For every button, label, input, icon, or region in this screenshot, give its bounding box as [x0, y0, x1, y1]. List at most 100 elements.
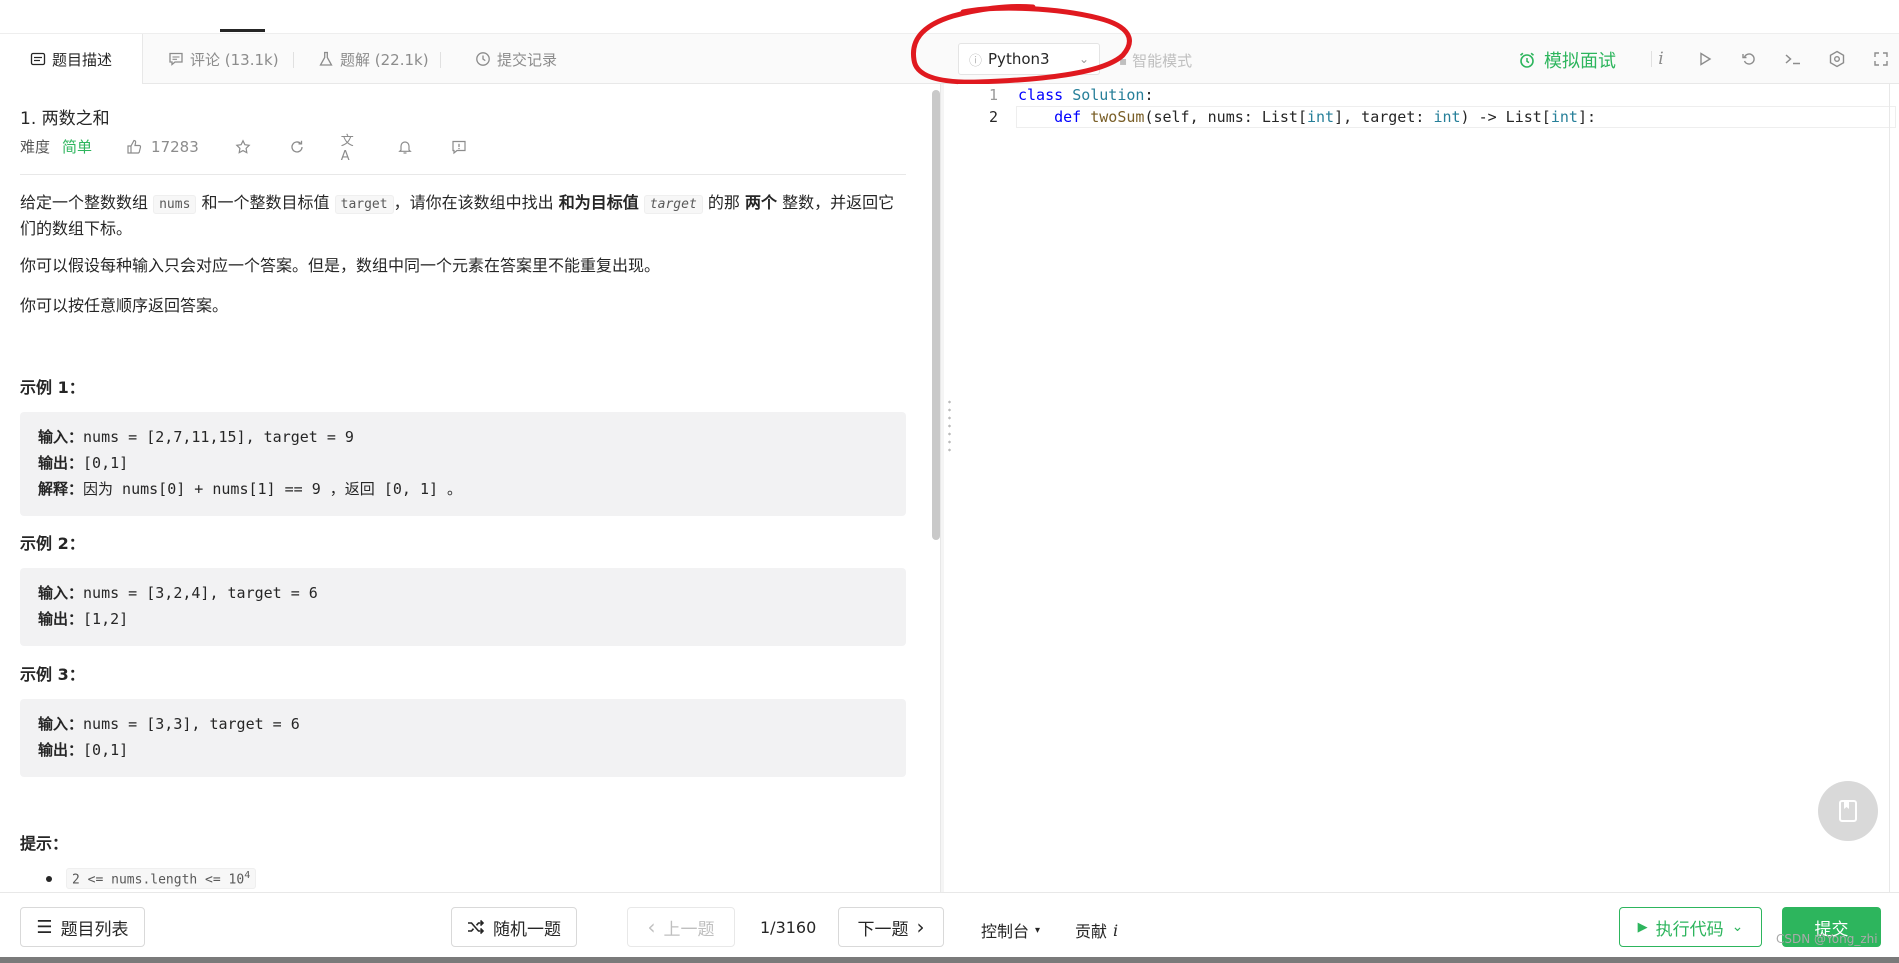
contribute-label: 贡献	[1075, 922, 1108, 941]
text: 的那	[707, 193, 740, 212]
bell-icon[interactable]	[395, 137, 415, 157]
divider	[20, 174, 906, 175]
watermark: CSDN @Yong_zhi	[1776, 932, 1878, 946]
next-problem-button[interactable]: 下一题 ›	[838, 907, 944, 947]
mock-interview-button[interactable]: 模拟面试	[1518, 47, 1616, 73]
fullscreen-icon[interactable]	[1871, 49, 1891, 69]
tab-comments[interactable]: 评论 (13.1k)	[168, 34, 279, 84]
line-number: 1	[988, 86, 998, 104]
problem-list-button[interactable]: ☰ 题目列表	[20, 907, 145, 947]
description-paragraph: 你可以按任意顺序返回答案。	[20, 296, 229, 315]
info-italic-icon: i	[1113, 920, 1119, 940]
input-label: 输入：	[38, 584, 84, 602]
info-italic-icon[interactable]: i	[1651, 49, 1671, 69]
code-line[interactable]: def twoSum(self, nums: List[int], target…	[1018, 108, 1596, 126]
star-icon[interactable]	[233, 137, 253, 157]
example-box: 输入：nums = [2,7,11,15], target = 9 输出：[0,…	[20, 412, 906, 516]
class-name: Solution	[1072, 86, 1145, 104]
smart-mode-toggle[interactable]: ▪ 智能模式	[1119, 50, 1192, 71]
text: ，返回	[329, 480, 375, 498]
language-select[interactable]: ⓘ Python3 ⌄	[958, 43, 1100, 75]
save-note-button[interactable]	[1818, 781, 1878, 841]
previous-problem-button[interactable]: ‹ 上一题	[627, 907, 735, 947]
text: ，请你在该数组中找出	[393, 193, 554, 212]
example-title: 示例 3：	[20, 665, 85, 684]
like-button[interactable]: 17283	[126, 138, 199, 156]
like-count: 17283	[151, 137, 199, 156]
explanation-label: 解释：	[38, 480, 84, 498]
output-label: 输出：	[38, 454, 84, 472]
tab-submissions[interactable]: 提交记录	[475, 34, 557, 84]
run-code-button[interactable]: ▶ 执行代码 ⌄	[1619, 907, 1762, 947]
inline-code: nums[0] + nums[1] == 9	[113, 480, 330, 498]
text: 和一个整数目标值	[201, 193, 330, 212]
tab-divider	[293, 52, 294, 68]
code-text: (self, nums: List[	[1144, 108, 1307, 126]
problem-meta: 难度 简单 17283 文A	[20, 134, 469, 164]
problem-list-label: 题目列表	[60, 919, 129, 940]
run-code-label: 执行代码	[1655, 919, 1724, 940]
tab-divider	[440, 52, 441, 68]
inline-code: target	[334, 195, 394, 214]
text: 因为	[83, 480, 114, 498]
input-label: 输入：	[38, 715, 84, 733]
hint-title: 提示：	[20, 834, 69, 853]
line-number: 2	[988, 108, 998, 126]
tab-label: 提交记录	[497, 50, 558, 69]
translate-icon[interactable]: 文A	[341, 134, 361, 164]
function-name: twoSum	[1090, 108, 1145, 126]
editor-scrollbar[interactable]	[1889, 84, 1899, 892]
play-outline-icon[interactable]	[1695, 49, 1715, 69]
text: 给定一个整数数组	[20, 193, 149, 212]
chevron-down-icon: ⌄	[1078, 52, 1089, 66]
active-nav-indicator	[220, 29, 265, 32]
alarm-clock-icon	[1519, 52, 1535, 68]
example-input: nums = [3,2,4], target = 6	[83, 584, 318, 602]
example-output: [0,1]	[83, 741, 129, 759]
code-text: ) -> List[	[1460, 108, 1551, 126]
example-box: 输入：nums = [3,3], target = 6 输出：[0,1]	[20, 699, 906, 777]
caret-down-icon: ▾	[1035, 924, 1041, 936]
random-problem-label: 随机一题	[493, 919, 561, 940]
type: int	[1433, 108, 1461, 126]
share-icon[interactable]	[287, 137, 307, 157]
drag-handle-icon[interactable]	[948, 398, 951, 454]
example-title: 示例 1：	[20, 378, 85, 397]
example-output: [0,1]	[83, 454, 129, 472]
info-icon: ⓘ	[969, 53, 983, 69]
list-icon: ☰	[36, 916, 53, 938]
description-paragraph: 你可以假设每种输入只会对应一个答案。但是，数组中同一个元素在答案里不能重复出现。	[20, 256, 661, 275]
constraint-code: 2 <= nums.length <= 104	[66, 868, 257, 890]
problem-description-pane: 1. 两数之和 难度 简单 17283 文A 给定一个整数数组 nums 和一个…	[0, 84, 944, 892]
constraint-exponent: 4	[244, 870, 251, 881]
play-icon: ▶	[1637, 919, 1648, 935]
description-scrollbar[interactable]	[932, 90, 940, 540]
code-text: ]:	[1577, 108, 1596, 126]
bold-text: 和为目标值	[558, 193, 639, 212]
code-line[interactable]: class Solution:	[1018, 86, 1153, 104]
settings-icon[interactable]	[1827, 49, 1847, 69]
code-editor[interactable]: 1 2 class Solution: def twoSum(self, num…	[958, 84, 1899, 892]
random-problem-button[interactable]: 随机一题	[451, 907, 577, 947]
feedback-icon[interactable]	[449, 137, 469, 157]
previous-label: 上一题	[663, 919, 715, 940]
pane-splitter[interactable]	[940, 84, 944, 892]
reset-icon[interactable]	[1739, 49, 1759, 69]
next-label: 下一题	[857, 919, 909, 940]
description-paragraph: 给定一个整数数组 nums 和一个整数目标值 target ，请你在该数组中找出 …	[20, 191, 910, 241]
problem-tab-bar: 题目描述 评论 (13.1k) 题解 (22.1k) 提交记录	[0, 34, 944, 84]
contribute-link[interactable]: 贡献 i	[1075, 918, 1118, 942]
terminal-icon[interactable]	[1783, 49, 1803, 69]
inline-code: [0, 1]	[374, 480, 448, 498]
type: int	[1550, 108, 1578, 126]
bullet	[46, 875, 52, 882]
tab-solutions[interactable]: 题解 (22.1k)	[318, 34, 429, 84]
window-edge	[0, 957, 1899, 963]
problem-index: 1/3160	[760, 918, 817, 937]
mock-interview-label: 模拟面试	[1544, 51, 1616, 72]
output-label: 输出：	[38, 741, 84, 759]
keyword: class	[1018, 86, 1064, 104]
console-toggle[interactable]: 控制台 ▾	[981, 918, 1040, 942]
note-icon	[1839, 800, 1857, 822]
tab-description[interactable]: 题目描述	[0, 34, 143, 84]
